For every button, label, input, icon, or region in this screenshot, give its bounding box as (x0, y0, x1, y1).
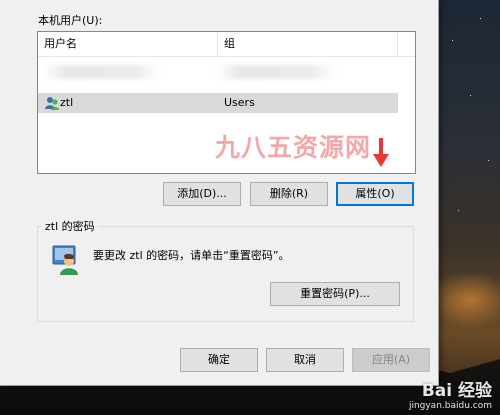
properties-button[interactable]: 属性(O) (336, 182, 414, 206)
cancel-button[interactable]: 取消 (266, 348, 344, 372)
password-group-title: ztl 的密码 (42, 218, 98, 234)
password-message: 要更改 ztl 的密码，请单击“重置密码”。 (93, 249, 290, 262)
ok-button[interactable]: 确定 (180, 348, 258, 372)
star (488, 160, 489, 161)
baidu-url: jingyan.baidu.com (408, 401, 492, 411)
column-header-username[interactable]: 用户名 (38, 32, 218, 56)
local-users-label: 本机用户(U): (38, 14, 103, 27)
star (480, 18, 481, 19)
star (452, 40, 453, 41)
remove-button[interactable]: 删除(R) (250, 182, 328, 206)
star (470, 95, 471, 96)
user-icon (45, 97, 59, 110)
listview-header: 用户名 组 (38, 32, 415, 57)
baidu-logo-text: Bai 经验 (421, 381, 492, 401)
baidu-jingyan-watermark: Bai 经验 jingyan.baidu.com (409, 376, 492, 411)
group-cell: Users (224, 96, 255, 109)
user-accounts-dialog: 本机用户(U): 用户名 组 ztl Users 九八五资源网 添加(D)... (0, 0, 439, 386)
user-password-icon (52, 245, 78, 275)
password-groupbox (37, 226, 414, 322)
username-cell: ztl (60, 96, 74, 109)
list-item[interactable]: ztl Users (38, 93, 398, 113)
column-header-group[interactable]: 组 (218, 32, 398, 56)
apply-button[interactable]: 应用(A) (352, 348, 430, 372)
red-down-arrow-icon (373, 138, 389, 167)
site-watermark: 九八五资源网 (215, 133, 372, 162)
list-item[interactable] (38, 62, 398, 82)
blurred-group (216, 65, 336, 79)
blurred-username (42, 65, 162, 79)
reset-password-button[interactable]: 重置密码(P)... (270, 282, 400, 306)
add-button[interactable]: 添加(D)... (163, 182, 241, 206)
star (458, 210, 459, 211)
